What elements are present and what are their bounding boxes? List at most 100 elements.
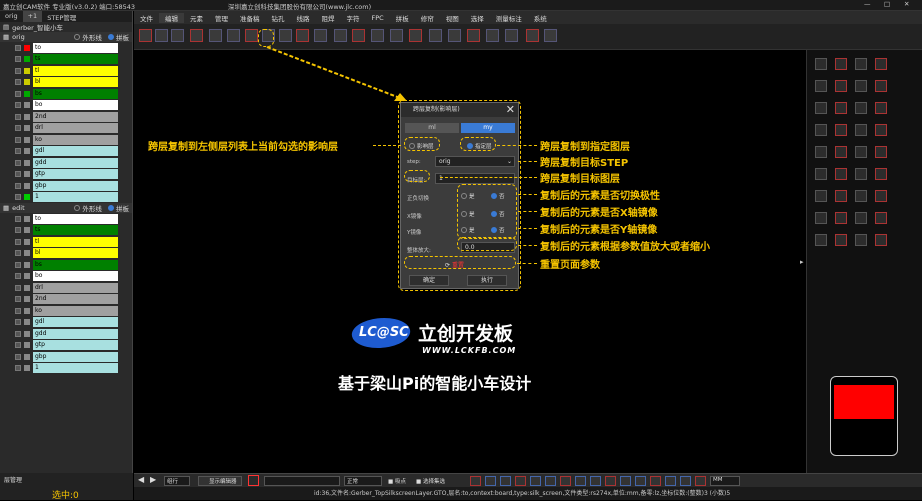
array-tool-icon[interactable] — [334, 29, 347, 42]
layer-checkbox[interactable] — [15, 307, 21, 314]
menu-item[interactable]: 元素 — [184, 13, 209, 23]
menu-item[interactable]: 文件 — [134, 13, 159, 23]
menu-item[interactable]: 准备稿 — [234, 13, 266, 23]
side-tool-icon[interactable] — [815, 102, 827, 114]
layer-manage-button[interactable]: 层管理 — [4, 475, 22, 484]
layer-row[interactable]: bl — [0, 77, 132, 89]
maximize-icon[interactable]: □ — [884, 0, 890, 8]
layer-row[interactable]: bo — [0, 271, 132, 283]
layer-row[interactable]: bs — [0, 88, 132, 100]
bottom-tool-icon[interactable] — [500, 476, 511, 486]
bottom-tool-icon[interactable] — [605, 476, 616, 486]
layer-row[interactable]: bs — [0, 259, 132, 271]
layer-checkbox[interactable] — [15, 90, 21, 97]
group-header[interactable]: ▦ orig 外形线 拼板 — [0, 32, 132, 42]
side-tool-icon[interactable] — [835, 80, 847, 92]
collapse-arrow-icon[interactable]: ▸ — [800, 258, 804, 266]
layer-row[interactable]: tl — [0, 236, 132, 248]
side-tool-icon[interactable] — [855, 58, 867, 70]
layer-checkbox[interactable] — [15, 125, 21, 132]
side-tool-icon[interactable] — [875, 146, 887, 158]
layer-row[interactable]: 1 — [0, 192, 132, 204]
layer-row[interactable]: 2nd — [0, 294, 132, 306]
side-tool-icon[interactable] — [855, 146, 867, 158]
menu-item[interactable]: 编辑 — [159, 12, 184, 23]
layer-checkbox[interactable] — [15, 342, 21, 349]
layer-checkbox[interactable] — [15, 79, 21, 86]
layer-checkbox[interactable] — [15, 136, 21, 143]
layer-row[interactable]: to — [0, 213, 132, 225]
side-tool-icon[interactable] — [815, 234, 827, 246]
layer-checkbox[interactable] — [15, 102, 21, 109]
side-tool-icon[interactable] — [855, 124, 867, 136]
side-tool-icon[interactable] — [875, 168, 887, 180]
arc-tool-icon[interactable] — [371, 29, 384, 42]
menu-item[interactable]: FPC — [366, 14, 390, 22]
side-tool-icon[interactable] — [835, 212, 847, 224]
layer-row[interactable]: drl — [0, 123, 132, 135]
menu-item[interactable]: 测量标注 — [490, 13, 528, 23]
layer-row[interactable]: gdl — [0, 146, 132, 158]
minimize-icon[interactable]: — — [864, 0, 871, 8]
group-header[interactable]: ▦ edit 外形线 拼板 — [0, 203, 132, 213]
side-tool-icon[interactable] — [855, 80, 867, 92]
side-tool-icon[interactable] — [875, 212, 887, 224]
side-tool-icon[interactable] — [835, 234, 847, 246]
side-tool-icon[interactable] — [835, 102, 847, 114]
layer-row[interactable]: 2nd — [0, 111, 132, 123]
snap-tool-icon[interactable] — [314, 29, 327, 42]
bottom-tool-icon[interactable] — [545, 476, 556, 486]
layer-checkbox[interactable] — [15, 44, 21, 51]
menu-item[interactable]: 修帘 — [415, 13, 440, 23]
layer-row[interactable]: gtp — [0, 169, 132, 181]
layer-checkbox[interactable] — [15, 56, 21, 63]
snap-select[interactable]: 正常 — [344, 476, 382, 486]
layer-checkbox[interactable] — [15, 365, 21, 372]
merge-tool-icon[interactable] — [505, 29, 518, 42]
tab-step-manage[interactable]: STEP管理 — [42, 11, 81, 22]
side-tool-icon[interactable] — [875, 80, 887, 92]
side-tool-icon[interactable] — [835, 190, 847, 202]
layer-checkbox[interactable] — [15, 148, 21, 155]
layer-row[interactable]: bo — [0, 100, 132, 112]
pin-tool-icon[interactable] — [352, 29, 365, 42]
side-tool-icon[interactable] — [815, 212, 827, 224]
layer-checkbox[interactable] — [15, 171, 21, 178]
layer-checkbox[interactable] — [15, 250, 21, 257]
panel-option[interactable]: 拼板 — [107, 203, 129, 213]
select-tool-icon[interactable] — [296, 29, 309, 42]
fillet-tool-icon[interactable] — [409, 29, 422, 42]
stretch-tool-icon[interactable] — [245, 29, 258, 42]
bottom-tool-icon[interactable] — [485, 476, 496, 486]
side-tool-icon[interactable] — [815, 124, 827, 136]
panel-option[interactable]: 拼板 — [107, 32, 129, 42]
layer-checkbox[interactable] — [15, 182, 21, 189]
side-tool-icon[interactable] — [875, 58, 887, 70]
bottom-tool-icon[interactable] — [635, 476, 646, 486]
layer-checkbox[interactable] — [15, 215, 21, 222]
layer-row[interactable]: drl — [0, 282, 132, 294]
side-tool-icon[interactable] — [875, 190, 887, 202]
layer-row[interactable]: bl — [0, 248, 132, 260]
bottom-tool-icon[interactable] — [665, 476, 676, 486]
layer-row[interactable]: gbp — [0, 351, 132, 363]
layer-checkbox[interactable] — [15, 194, 21, 201]
side-tool-icon[interactable] — [815, 146, 827, 158]
side-tool-icon[interactable] — [815, 80, 827, 92]
move-tool-icon[interactable] — [209, 29, 222, 42]
unit-select[interactable]: MM — [710, 476, 740, 486]
menu-item[interactable]: 选择 — [465, 13, 490, 23]
select-set-checkbox[interactable]: ■ 选择集选 — [416, 477, 445, 485]
menu-item[interactable]: 系统 — [528, 13, 553, 23]
side-tool-icon[interactable] — [855, 190, 867, 202]
next-icon[interactable]: ▶ — [150, 475, 156, 484]
check-tool-icon[interactable] — [486, 29, 499, 42]
layer-checkbox[interactable] — [15, 284, 21, 291]
menu-item[interactable]: 字符 — [341, 13, 366, 23]
side-tool-icon[interactable] — [815, 168, 827, 180]
layer-row[interactable]: 1 — [0, 363, 132, 375]
bottom-tool-icon[interactable] — [515, 476, 526, 486]
preview-window[interactable] — [830, 376, 898, 456]
outline-option[interactable]: 外形线 — [74, 203, 102, 213]
delete-tool-icon[interactable] — [544, 29, 557, 42]
